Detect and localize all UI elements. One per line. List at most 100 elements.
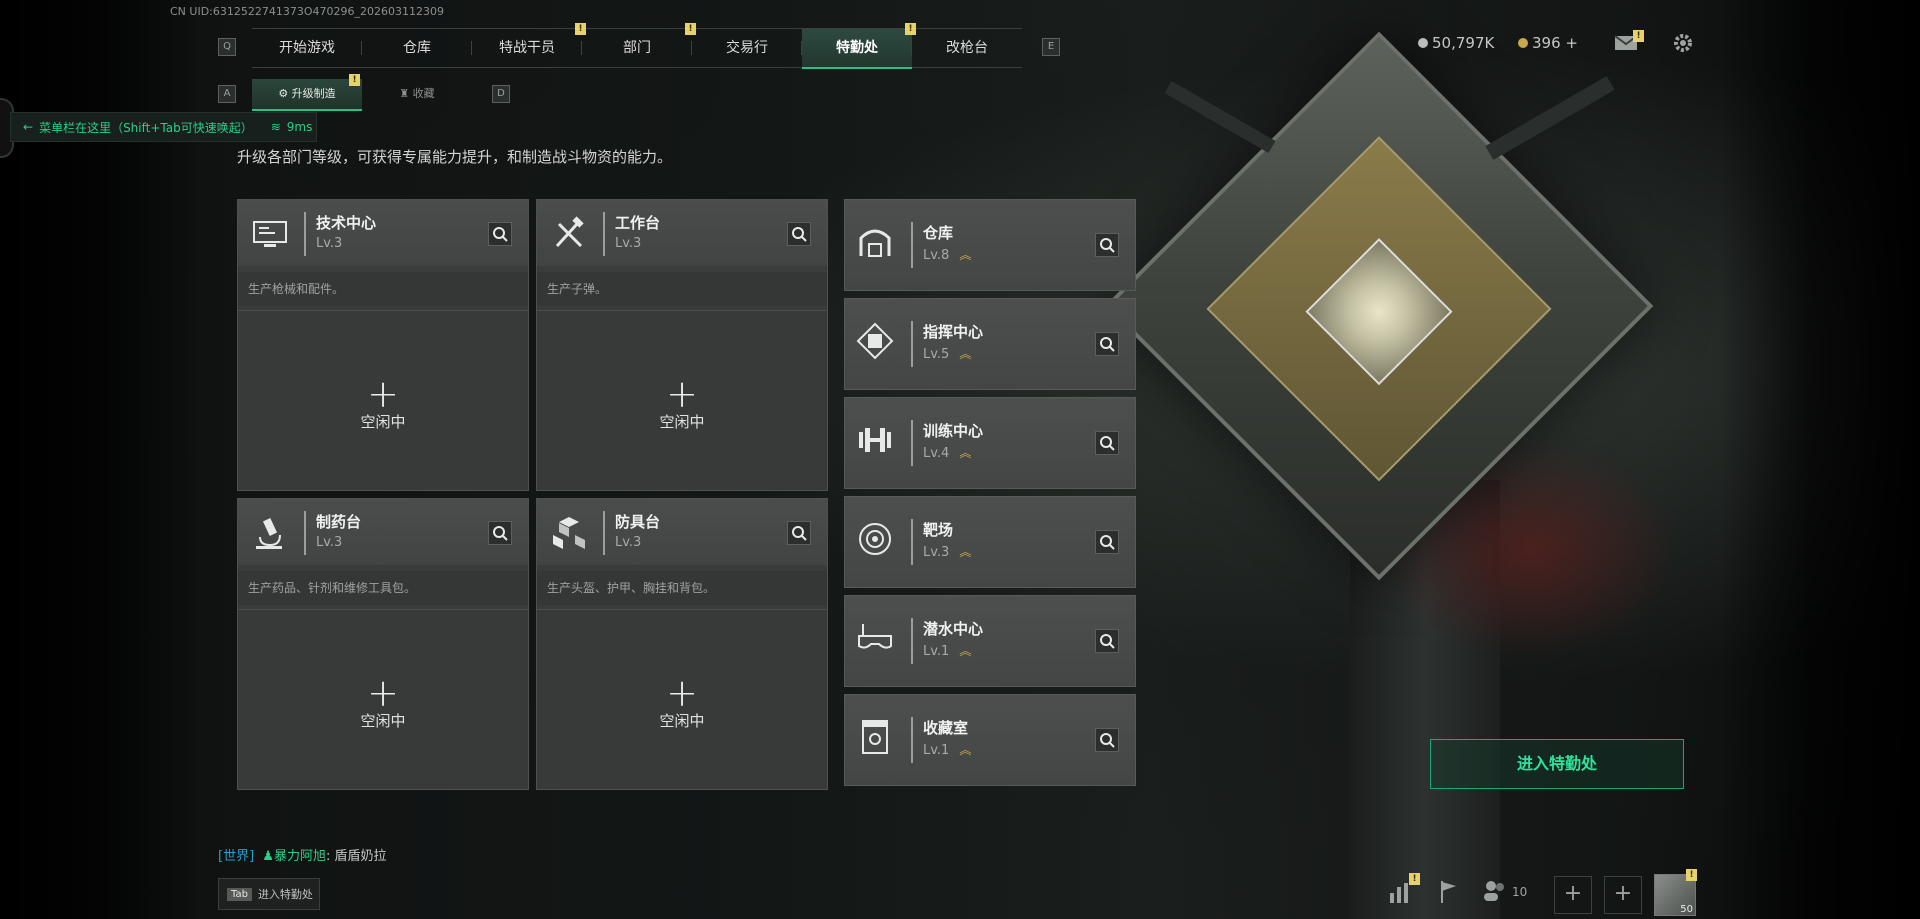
enter-special-ops-button[interactable]: 进入特勤处: [1430, 739, 1684, 789]
dept-card-command-center[interactable]: 指挥中心 Lv.5 ︽: [844, 298, 1136, 390]
card-title: 仓库: [923, 224, 954, 242]
search-icon[interactable]: [787, 222, 811, 246]
craft-slot[interactable]: + 空闲中: [537, 310, 827, 490]
plus-icon: +: [666, 372, 698, 416]
card-separator: [603, 212, 605, 256]
tab-trade[interactable]: 交易行: [692, 29, 802, 67]
slot-status: 空闲中: [360, 413, 406, 431]
craft-card-pharmacy[interactable]: 制药台 Lv.3 生产药品、针剂和维修工具包。 + 空闲中: [237, 498, 529, 790]
friends-count: 10: [1512, 885, 1528, 899]
search-icon[interactable]: [787, 521, 811, 545]
chip-icon: [856, 322, 894, 360]
microscope-icon: [256, 518, 282, 549]
mail-button[interactable]: !: [1614, 30, 1644, 52]
team-slot-add-button[interactable]: +: [1604, 876, 1642, 914]
craft-slot[interactable]: + 空闲中: [238, 310, 528, 490]
cube-core: [1305, 238, 1453, 386]
card-title: 训练中心: [923, 422, 984, 440]
dept-card-shooting-range[interactable]: 靶场 Lv.3 ︽: [844, 496, 1136, 588]
notification-badge: !: [1409, 873, 1420, 885]
card-header: 技术中心 Lv.3: [238, 200, 528, 266]
notification-badge: !: [1686, 869, 1697, 881]
team-slot-add-button[interactable]: +: [1554, 876, 1592, 914]
card-separator: [304, 511, 306, 555]
tab-key: Tab: [227, 887, 252, 901]
card-level: Lv.3 ︽: [923, 543, 971, 560]
avatar-level: 50: [1680, 904, 1693, 915]
upgrade-arrow-icon: ︽: [959, 743, 972, 757]
card-level: Lv.5 ︽: [923, 345, 971, 362]
plus-icon: +: [666, 671, 698, 715]
friends-button[interactable]: 10: [1482, 877, 1542, 913]
card-separator: [911, 618, 913, 664]
chat-line[interactable]: [世界] ♟暴力阿旭: 盾盾奶拉: [218, 845, 386, 864]
plus-icon: +: [1563, 881, 1583, 906]
craft-card-armor[interactable]: 防具台 Lv.3 生产头盔、护甲、胸挂和背包。 + 空闲中: [536, 498, 828, 790]
tab-special-ops[interactable]: 特勤处!: [802, 23, 916, 69]
card-level: Lv.3: [316, 236, 343, 251]
tab-departments[interactable]: 部门!: [582, 23, 696, 67]
flag-button[interactable]: [1434, 877, 1470, 913]
key-hint-d: D: [492, 85, 510, 103]
sub-nav-tabs: ⚙ 升级制造 ! ♜ 收藏: [252, 74, 472, 111]
search-icon[interactable]: [1095, 629, 1119, 653]
money-value: 50,797K: [1432, 34, 1495, 52]
level-text: Lv.8: [923, 248, 950, 263]
search-icon[interactable]: [488, 521, 512, 545]
tab-operators[interactable]: 特战干员!: [472, 23, 586, 67]
vignette-right: [1720, 0, 1920, 919]
search-icon[interactable]: [1095, 332, 1119, 356]
tab-label: 部门: [623, 40, 651, 56]
card-title: 工作台: [615, 214, 661, 232]
search-icon[interactable]: [1095, 431, 1119, 455]
upgrade-arrow-icon: ︽: [959, 545, 972, 559]
tab-label: 交易行: [726, 40, 768, 56]
craft-card-tech-center[interactable]: 技术中心 Lv.3 生产枪械和配件。 + 空闲中: [237, 199, 529, 491]
card-separator: [911, 717, 913, 763]
level-text: Lv.1: [923, 644, 950, 659]
coin-value: 396 +: [1532, 34, 1578, 52]
main-nav-tabs: 开始游戏 仓库 特战干员! 部门! 交易行 特勤处! 改枪台: [252, 23, 1022, 69]
upgrade-arrow-icon: ︽: [959, 347, 972, 361]
card-level: Lv.4 ︽: [923, 444, 971, 461]
cube-inner-panel: [1206, 136, 1552, 482]
settings-gear-icon[interactable]: [1672, 32, 1694, 54]
craft-slot[interactable]: + 空闲中: [537, 609, 827, 789]
coin-display[interactable]: 396 +: [1518, 34, 1578, 52]
dept-card-warehouse[interactable]: 仓库 Lv.8 ︽: [844, 199, 1136, 291]
target-icon: [859, 523, 891, 555]
search-icon[interactable]: [1095, 530, 1119, 554]
card-level: Lv.3: [615, 236, 642, 251]
card-level: Lv.3: [316, 535, 343, 550]
warehouse-icon: [859, 229, 891, 257]
upgrade-arrow-icon: ︽: [959, 446, 972, 460]
search-icon[interactable]: [488, 222, 512, 246]
subtab-collection[interactable]: ♜ 收藏: [362, 79, 472, 109]
card-header: 防具台 Lv.3: [537, 499, 827, 565]
tab-hint[interactable]: Tab 进入特勤处: [218, 878, 320, 910]
craft-card-workbench[interactable]: 工作台 Lv.3 生产子弹。 + 空闲中: [536, 199, 828, 491]
tab-warehouse[interactable]: 仓库: [362, 29, 472, 67]
tab-start-game[interactable]: 开始游戏: [252, 29, 362, 67]
notification-badge: !: [349, 74, 360, 86]
stats-button[interactable]: !: [1386, 873, 1422, 913]
player-avatar[interactable]: 50 !: [1654, 869, 1697, 916]
plus-icon: +: [367, 372, 399, 416]
dept-card-diving-center[interactable]: 潜水中心 Lv.1 ︽: [844, 595, 1136, 687]
search-icon[interactable]: [1095, 233, 1119, 257]
dept-card-training-center[interactable]: 训练中心 Lv.4 ︽: [844, 397, 1136, 489]
key-hint-a: A: [218, 85, 236, 103]
tab-label: 仓库: [403, 40, 431, 56]
arrow-left-icon: ←: [23, 120, 34, 134]
card-level: Lv.3: [615, 535, 642, 550]
card-title: 制药台: [316, 513, 362, 531]
toast-text: 菜单栏在这里（Shift+Tab可快速唤起）: [39, 120, 253, 135]
craft-slot[interactable]: + 空闲中: [238, 609, 528, 789]
search-icon[interactable]: [1095, 728, 1119, 752]
money-coin-icon: [1418, 38, 1428, 48]
gold-coin-icon: [1518, 38, 1528, 48]
slot-status: 空闲中: [360, 712, 406, 730]
subtab-upgrade-craft[interactable]: ⚙ 升级制造 !: [252, 74, 362, 111]
dept-card-collection-room[interactable]: 收藏室 Lv.1 ︽: [844, 694, 1136, 786]
tab-gunsmith[interactable]: 改枪台: [912, 29, 1022, 67]
